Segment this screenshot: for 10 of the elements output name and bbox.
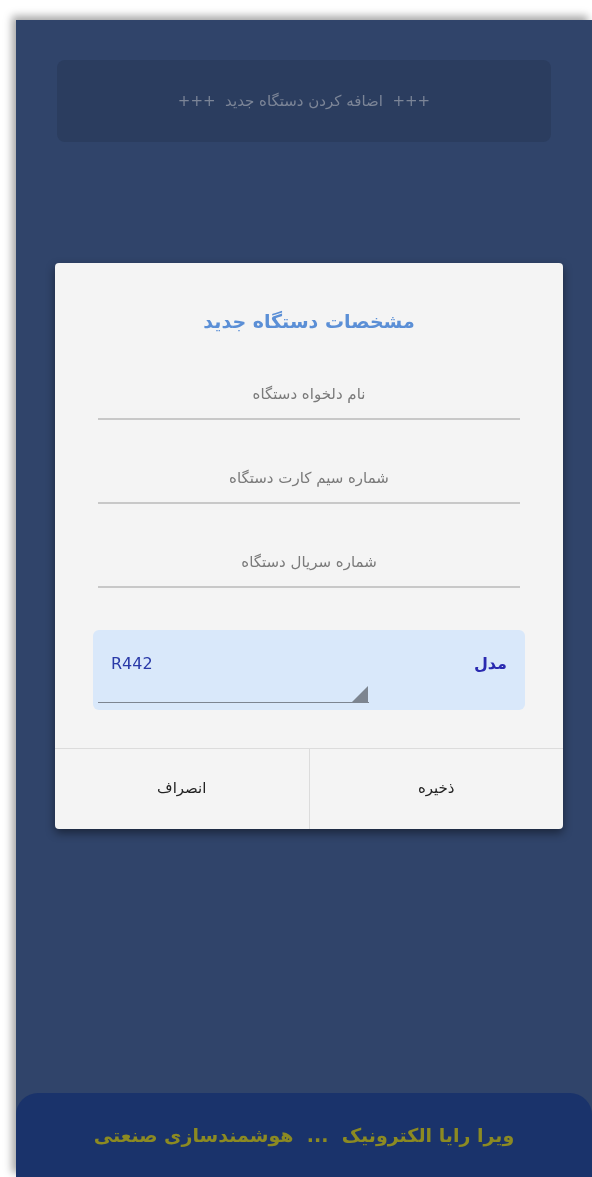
model-value: R442 [111, 652, 153, 675]
model-label: مدل [473, 652, 507, 675]
dialog-title: مشخصات دستگاه جدید [202, 309, 416, 334]
text-field[interactable]: شماره سیم کارت دستگاه [98, 453, 520, 504]
dialog-button[interactable]: ذخیره [309, 748, 563, 829]
dropdown-corner-icon [351, 685, 368, 703]
dialog-button[interactable]: انصراف [55, 748, 310, 829]
text-field[interactable]: نام دلخواه دستگاه [98, 369, 520, 420]
text-field[interactable]: شماره سریال دستگاه [98, 537, 520, 588]
footer-text: ویرا رایا الکترونیک ... هوشمندسازی صنعتی [93, 1122, 515, 1149]
